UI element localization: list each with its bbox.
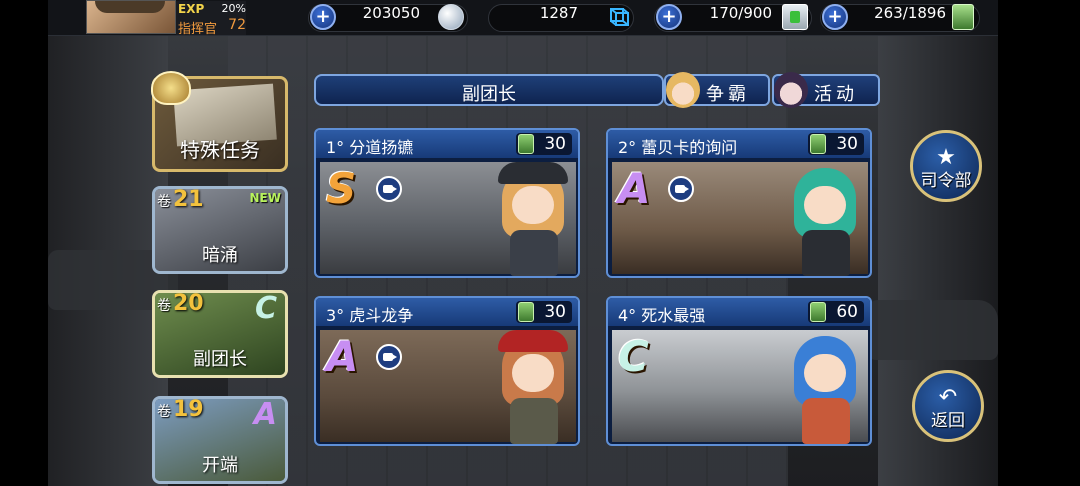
stage-grade: S <box>326 164 357 213</box>
video-lens-icon <box>392 186 397 192</box>
fuel-value: 170/900 <box>709 4 772 22</box>
tab-events-label: 活动 <box>814 84 858 105</box>
stage-card-3[interactable]: 3° 虎斗龙争 30 A <box>314 296 580 446</box>
stage-title: 2° 蕾贝卡的询问 <box>618 138 738 157</box>
silver-coin-icon <box>438 4 464 30</box>
stage-grade: A <box>618 164 651 213</box>
stamina-value: 263/1896 <box>874 4 946 22</box>
video-lens-icon <box>392 354 397 360</box>
back-button[interactable]: ↶ 返回 <box>912 370 984 442</box>
back-label: 返回 <box>931 411 965 431</box>
volume-number: 21 <box>173 187 204 212</box>
volume-prefix: 卷 <box>157 298 171 314</box>
headquarters-button[interactable]: ★ 司令部 <box>910 130 982 202</box>
volume-20-button[interactable]: 卷 20 C 副团长 <box>152 290 288 378</box>
stage-cost: 30 <box>516 301 572 323</box>
green-stamina-can-icon <box>952 4 974 30</box>
volume-number: 20 <box>173 291 204 316</box>
silver-value: 203050 <box>362 4 420 22</box>
volume-21-button[interactable]: 卷 21 NEW 暗涌 <box>152 186 288 274</box>
exp-percent: 20% <box>221 2 246 15</box>
player-avatar[interactable] <box>86 0 176 34</box>
video-replay-button[interactable] <box>668 176 694 202</box>
video-replay-button[interactable] <box>376 344 402 370</box>
character-body <box>802 398 850 444</box>
volume-prefix: 卷 <box>157 194 171 210</box>
stage-card-2[interactable]: 2° 蕾贝卡的询问 30 A <box>606 128 872 278</box>
volume-prefix: 卷 <box>157 404 171 420</box>
add-stamina-button[interactable]: + <box>822 4 848 30</box>
chapter-title: 副团长 <box>462 84 516 105</box>
video-lens-icon <box>684 186 689 192</box>
stage-character <box>492 158 572 276</box>
tab-events[interactable]: 活动 <box>772 72 880 108</box>
character-face <box>804 354 846 392</box>
volume-19-button[interactable]: 卷 19 A 开端 <box>152 396 288 484</box>
volume-grade: C <box>254 291 277 326</box>
character-face <box>512 186 554 224</box>
girl-portrait-icon <box>666 72 700 108</box>
rank-label: 指挥官 <box>178 22 218 37</box>
character-hat <box>498 330 568 352</box>
chapter-header: 副团长 <box>314 74 664 106</box>
stage-cost: 30 <box>808 133 864 155</box>
special-mission-button[interactable]: 特殊任务 <box>151 71 288 172</box>
exp-panel: EXP 20% 指挥官 72 <box>176 1 246 37</box>
add-fuel-button[interactable]: + <box>656 4 682 30</box>
stamina-can-icon <box>810 134 826 154</box>
tab-contest[interactable]: 争霸 <box>664 72 770 108</box>
player-level: 72 <box>228 17 246 33</box>
volume-title: 副团长 <box>193 349 247 370</box>
character-face <box>804 186 846 224</box>
headquarters-label: 司令部 <box>920 171 972 191</box>
volume-title: 开端 <box>202 455 238 476</box>
stage-title: 1° 分道扬镳 <box>326 138 414 157</box>
character-body <box>510 230 558 276</box>
stage-cost-value: 30 <box>836 134 858 154</box>
volume-number: 19 <box>173 397 204 422</box>
volume-title: 暗涌 <box>202 245 238 266</box>
stage-cost-value: 30 <box>544 302 566 322</box>
stage-cost-value: 60 <box>836 302 858 322</box>
stage-character <box>784 326 864 444</box>
blue-crystal-icon <box>606 4 632 30</box>
girl-portrait-icon <box>774 72 808 108</box>
stamina-can-icon <box>518 134 534 154</box>
exp-label: EXP <box>178 2 205 16</box>
special-mission-label: 特殊任务 <box>180 138 260 162</box>
stamina-can-icon <box>810 302 826 322</box>
tab-contest-label: 争霸 <box>706 84 750 105</box>
crystal-value: 1287 <box>539 4 578 22</box>
stage-card-1[interactable]: 1° 分道扬镳 30 S <box>314 128 580 278</box>
stage-character <box>784 158 864 276</box>
stage-cost: 60 <box>808 301 864 323</box>
stage-cost-value: 30 <box>544 134 566 154</box>
stage-title: 4° 死水最强 <box>618 306 706 325</box>
background-tank <box>868 300 998 360</box>
volume-grade: A <box>253 397 277 432</box>
video-replay-button[interactable] <box>376 176 402 202</box>
add-silver-button[interactable]: + <box>310 4 336 30</box>
character-hat <box>498 162 568 184</box>
stage-card-4[interactable]: 4° 死水最强 60 C <box>606 296 872 446</box>
avatar-cap <box>95 1 165 13</box>
character-body <box>510 398 558 444</box>
new-badge: NEW <box>249 191 281 205</box>
character-body <box>802 230 850 276</box>
stage-title: 3° 虎斗龙争 <box>326 306 414 325</box>
fuel-can-icon <box>782 4 808 30</box>
fuel-arrow-icon <box>790 11 800 23</box>
stage-cost: 30 <box>516 133 572 155</box>
character-face <box>512 354 554 392</box>
stage-grade: C <box>618 332 649 381</box>
stamina-can-icon <box>518 302 534 322</box>
stage-grade: A <box>326 332 359 381</box>
eagle-emblem-icon <box>151 71 191 105</box>
stage-character <box>492 326 572 444</box>
